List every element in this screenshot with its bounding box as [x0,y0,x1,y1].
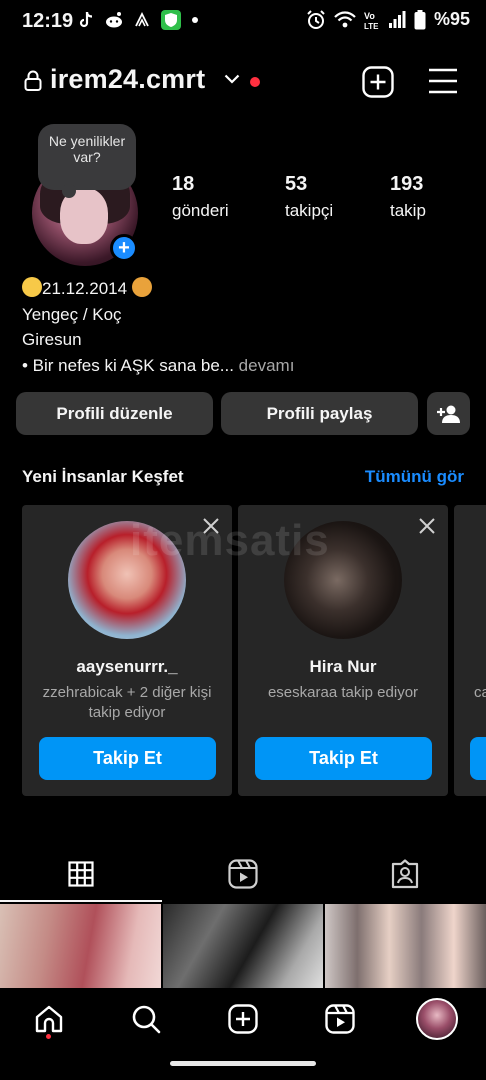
alarm-icon [307,9,325,29]
signal-icon [388,10,406,28]
suggestion-name[interactable]: aaysenurrr._ [22,657,232,677]
post-thumbnail[interactable] [162,904,324,988]
following-count: 193 [390,173,424,195]
status-left-icons [78,9,198,31]
posts-count: 18 [172,173,195,195]
couple-emoji-icon [131,277,152,297]
reels-icon [325,1004,355,1034]
home-notification-dot [46,1034,51,1039]
vpn-icon [135,12,149,27]
share-profile-button[interactable]: Profili paylaş [221,392,418,435]
grid-icon [68,860,94,887]
battery-percent: %95 [433,9,470,29]
bio: 21.12.2014 Yengeç / Koç Giresun • Bir ne… [22,276,294,378]
chevron-down-icon[interactable] [224,74,240,84]
suggestion-mutuals: zzehrabicak + 2 diğer kişi takip ediyor [42,684,212,721]
status-time: 12:19 [22,10,74,32]
search-icon [132,1005,161,1034]
post-thumbnail[interactable] [0,904,161,988]
reddit-icon [106,12,122,28]
wifi-icon [334,10,356,27]
profile-tabs [0,845,486,902]
status-right-icons: Vo LTE %95 [306,9,470,30]
nav-create[interactable] [226,1002,260,1036]
close-icon[interactable] [418,517,436,535]
nav-profile-avatar[interactable] [416,998,458,1040]
stat-following[interactable]: 193 takip [390,173,426,221]
tiktok-icon [79,11,93,28]
reels-icon [228,858,258,889]
notification-dot [250,77,260,87]
status-bar: 12:19 Vo LTE %95 [0,0,486,44]
home-indicator[interactable] [170,1061,316,1066]
bio-date: 21.12.2014 [42,279,128,298]
add-post-icon [228,1004,258,1034]
heart-eyes-emoji-icon [22,277,42,297]
bio-line-city: Giresun [22,330,82,349]
bio-line-quote: • Bir nefes ki AŞK sana be... devamı [22,353,294,379]
shield-icon [161,10,181,30]
tab-reels[interactable] [162,845,324,902]
menu-icon[interactable] [428,66,458,96]
dot-icon [192,17,198,23]
new-post-icon[interactable] [362,66,394,98]
bio-quote: • Bir nefes ki AŞK sana be... [22,355,234,375]
nav-search[interactable] [129,1002,163,1036]
active-tab-indicator [0,900,162,902]
suggestion-mutuals: eseskaraa takip ediyor [267,684,419,701]
svg-text:LTE: LTE [364,22,379,30]
following-label: takip [390,201,426,220]
add-story-icon[interactable]: + [110,234,138,262]
svg-text:Vo: Vo [364,11,375,21]
battery-icon [414,9,426,29]
home-icon [35,1005,63,1033]
discover-people-button[interactable] [427,392,470,435]
stat-posts[interactable]: 18 gönderi [172,173,229,221]
note-bubble[interactable]: Ne yenilikler var? [38,124,136,198]
tab-posts-grid[interactable] [0,845,162,902]
posts-label: gönderi [172,201,229,220]
edit-profile-button[interactable]: Profili düzenle [16,392,213,435]
post-thumbnail[interactable] [325,904,486,988]
volte-icon: VoLTE [364,11,379,30]
suggestion-mutuals: ca [474,684,486,701]
bottom-nav [0,990,486,1048]
follow-button[interactable]: Takip Et [39,737,216,780]
username[interactable]: irem24.cmrt [50,64,205,95]
profile-header: irem24.cmrt [0,56,486,108]
lock-icon [24,70,42,91]
follow-button[interactable] [470,737,486,780]
tab-tagged[interactable] [324,845,486,902]
suggestion-card-partial[interactable]: ca [454,505,486,796]
discover-title: Yeni İnsanlar Keşfet [22,467,184,486]
nav-reels[interactable] [323,1002,357,1036]
add-person-icon [436,405,460,423]
follow-button[interactable]: Takip Et [255,737,432,780]
followers-label: takipçi [285,201,334,220]
bio-line-zodiac: Yengeç / Koç [22,304,122,324]
tagged-icon [391,858,419,888]
stat-followers[interactable]: 53 takipçi [285,173,333,221]
see-all-link[interactable]: Tümünü gör [365,467,464,487]
bio-more-link[interactable]: devamı [234,356,295,375]
followers-count: 53 [285,173,308,195]
suggestion-name[interactable]: Hira Nur [238,657,448,677]
posts-grid [0,904,486,988]
watermark: itemsatis [130,516,330,565]
bio-line-date: 21.12.2014 [22,276,294,302]
nav-home[interactable] [32,1002,66,1036]
